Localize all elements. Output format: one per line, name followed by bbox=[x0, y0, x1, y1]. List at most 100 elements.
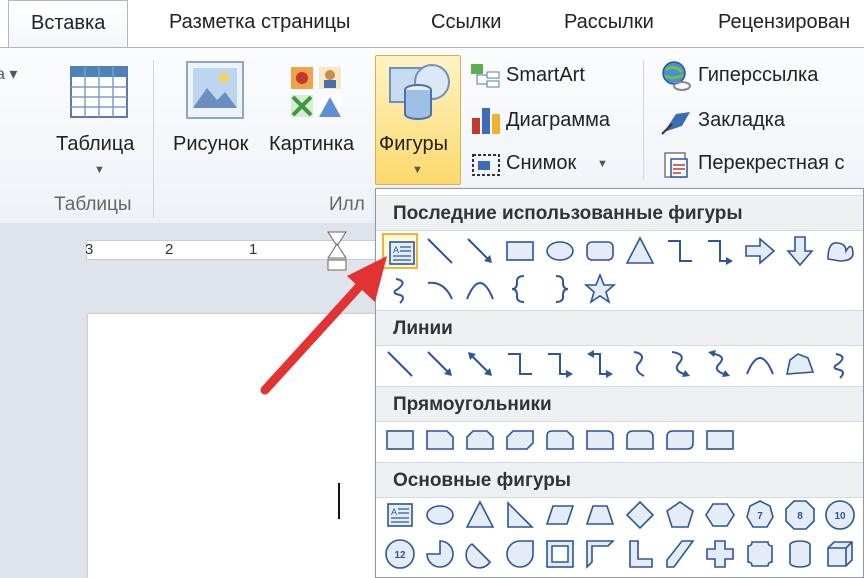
shape-snipround-icon[interactable] bbox=[542, 422, 578, 458]
tables-group-label: Таблицы bbox=[54, 194, 132, 215]
shape-snip1-icon[interactable] bbox=[422, 422, 458, 458]
table-dropdown-icon[interactable]: ▼ bbox=[94, 164, 105, 176]
section-recent-shapes: Последние использованные фигуры bbox=[376, 195, 863, 231]
group-separator bbox=[153, 60, 154, 218]
shape-plaque-icon[interactable] bbox=[742, 536, 778, 572]
shape-oct-icon[interactable]: 8 bbox=[782, 497, 818, 533]
smartart-icon[interactable] bbox=[469, 62, 501, 90]
clipart-icon[interactable] bbox=[289, 65, 345, 121]
tab-mailings[interactable]: Рассылки bbox=[564, 11, 654, 34]
shape-teardrop-icon[interactable] bbox=[502, 536, 538, 572]
shape-rarrow-icon[interactable] bbox=[742, 233, 778, 269]
shape-elbow-icon[interactable] bbox=[662, 233, 698, 269]
shape-chord-icon[interactable] bbox=[462, 536, 498, 572]
shape-hex-icon[interactable] bbox=[702, 497, 738, 533]
shape-can-icon[interactable] bbox=[782, 536, 818, 572]
shape-elbowDbl-icon[interactable] bbox=[582, 346, 618, 382]
picture-icon[interactable] bbox=[185, 60, 245, 120]
partial-dropdown-icon[interactable]: а ▾ bbox=[0, 64, 17, 84]
shape-halfframe-icon[interactable] bbox=[582, 536, 618, 572]
tab-insert[interactable]: Вставка bbox=[8, 0, 129, 48]
shape-rtri-icon[interactable] bbox=[502, 497, 538, 533]
hyperlink-button[interactable]: Гиперссылка bbox=[698, 64, 818, 87]
chart-button[interactable]: Диаграмма bbox=[506, 109, 610, 132]
shape-curve-icon[interactable] bbox=[742, 346, 778, 382]
shape-curveS-icon[interactable] bbox=[622, 346, 658, 382]
smartart-button[interactable]: SmartArt bbox=[506, 64, 585, 87]
shape-ellipse-icon[interactable] bbox=[542, 233, 578, 269]
tab-page-layout[interactable]: Разметка страницы bbox=[169, 11, 350, 34]
ribbon-tab-bar: Вставка Разметка страницы Ссылки Рассылк… bbox=[0, 0, 864, 48]
shape-arrow-icon[interactable] bbox=[462, 233, 498, 269]
cross-reference-icon[interactable] bbox=[661, 149, 693, 181]
shape-lbrace-icon[interactable] bbox=[502, 271, 538, 307]
shape-scribble-icon[interactable] bbox=[822, 346, 858, 382]
clipart-button[interactable]: Картинка bbox=[269, 133, 354, 156]
shape-dodec-icon[interactable]: 12 bbox=[382, 536, 418, 572]
section-rectangles: Прямоугольники bbox=[376, 386, 863, 422]
shape-elbowArr-icon[interactable] bbox=[542, 346, 578, 382]
shape-arc-icon[interactable] bbox=[422, 271, 458, 307]
picture-button[interactable]: Рисунок bbox=[173, 133, 248, 156]
shape-textbox-icon[interactable]: A bbox=[382, 497, 418, 533]
shape-rrect-icon[interactable] bbox=[582, 233, 618, 269]
shape-para-icon[interactable] bbox=[542, 497, 578, 533]
bookmark-icon[interactable] bbox=[660, 106, 694, 136]
shape-snip2-icon[interactable] bbox=[462, 422, 498, 458]
shape-darrow-icon[interactable] bbox=[462, 346, 498, 382]
shape-curveArr-icon[interactable] bbox=[662, 346, 698, 382]
table-icon[interactable] bbox=[70, 66, 128, 118]
chart-icon[interactable] bbox=[470, 104, 502, 136]
shape-pent-icon[interactable] bbox=[662, 497, 698, 533]
section-lines: Линии bbox=[376, 310, 863, 346]
svg-text:8: 8 bbox=[797, 511, 803, 522]
shape-dec-icon[interactable]: 10 bbox=[822, 497, 858, 533]
shape-star-icon[interactable] bbox=[582, 271, 618, 307]
shape-arrow-icon[interactable] bbox=[422, 346, 458, 382]
ruler-number: 3 bbox=[85, 241, 94, 258]
illustrations-group-label: Илл bbox=[329, 194, 365, 215]
shape-tri-icon[interactable] bbox=[622, 233, 658, 269]
shape-line-icon[interactable] bbox=[422, 233, 458, 269]
shape-rect-icon[interactable] bbox=[702, 422, 738, 458]
screenshot-dropdown-icon[interactable]: ▼ bbox=[597, 158, 608, 170]
shape-wave-icon[interactable] bbox=[822, 233, 858, 269]
shape-darrowDown-icon[interactable] bbox=[782, 233, 818, 269]
ruler-number: 2 bbox=[165, 241, 174, 258]
shape-rbrace-icon[interactable] bbox=[542, 271, 578, 307]
shape-freeform-icon[interactable] bbox=[782, 346, 818, 382]
shape-round2-icon[interactable] bbox=[622, 422, 658, 458]
shape-rect-icon[interactable] bbox=[382, 422, 418, 458]
section-basic-shapes: Основные фигуры bbox=[376, 462, 863, 498]
group-separator bbox=[643, 60, 644, 180]
cross-reference-button[interactable]: Перекрестная с bbox=[698, 152, 844, 175]
shape-roundd-icon[interactable] bbox=[662, 422, 698, 458]
tab-review[interactable]: Рецензирован bbox=[718, 11, 850, 34]
screenshot-button[interactable]: Снимок bbox=[506, 152, 576, 175]
shapes-dropdown: Последние использованные фигуры Линии Пр… bbox=[375, 188, 864, 578]
shape-frame-icon[interactable] bbox=[542, 536, 578, 572]
shape-round1-icon[interactable] bbox=[582, 422, 618, 458]
shape-snipd-icon[interactable] bbox=[502, 422, 538, 458]
hyperlink-icon[interactable] bbox=[660, 60, 692, 92]
screenshot-icon[interactable] bbox=[470, 149, 502, 179]
shape-hept-icon[interactable]: 7 bbox=[742, 497, 778, 533]
tab-references[interactable]: Ссылки bbox=[431, 11, 501, 34]
shape-tri-icon[interactable] bbox=[462, 497, 498, 533]
text-cursor bbox=[338, 483, 340, 519]
shape-diamond-icon[interactable] bbox=[622, 497, 658, 533]
shape-curveDbl-icon[interactable] bbox=[702, 346, 738, 382]
shape-ellipse-icon[interactable] bbox=[422, 497, 458, 533]
shape-elbowArr-icon[interactable] bbox=[702, 233, 738, 269]
bookmark-button[interactable]: Закладка bbox=[698, 109, 785, 132]
shape-pie-icon[interactable] bbox=[422, 536, 458, 572]
table-button[interactable]: Таблица bbox=[56, 133, 134, 156]
shape-trap-icon[interactable] bbox=[582, 497, 618, 533]
shape-cube-icon[interactable] bbox=[822, 536, 858, 572]
shape-lshape-icon[interactable] bbox=[622, 536, 658, 572]
shape-elbow-icon[interactable] bbox=[502, 346, 538, 382]
shape-curve-icon[interactable] bbox=[462, 271, 498, 307]
shape-rect-icon[interactable] bbox=[502, 233, 538, 269]
shape-diagstripe-icon[interactable] bbox=[662, 536, 698, 572]
shape-cross-icon[interactable] bbox=[702, 536, 738, 572]
